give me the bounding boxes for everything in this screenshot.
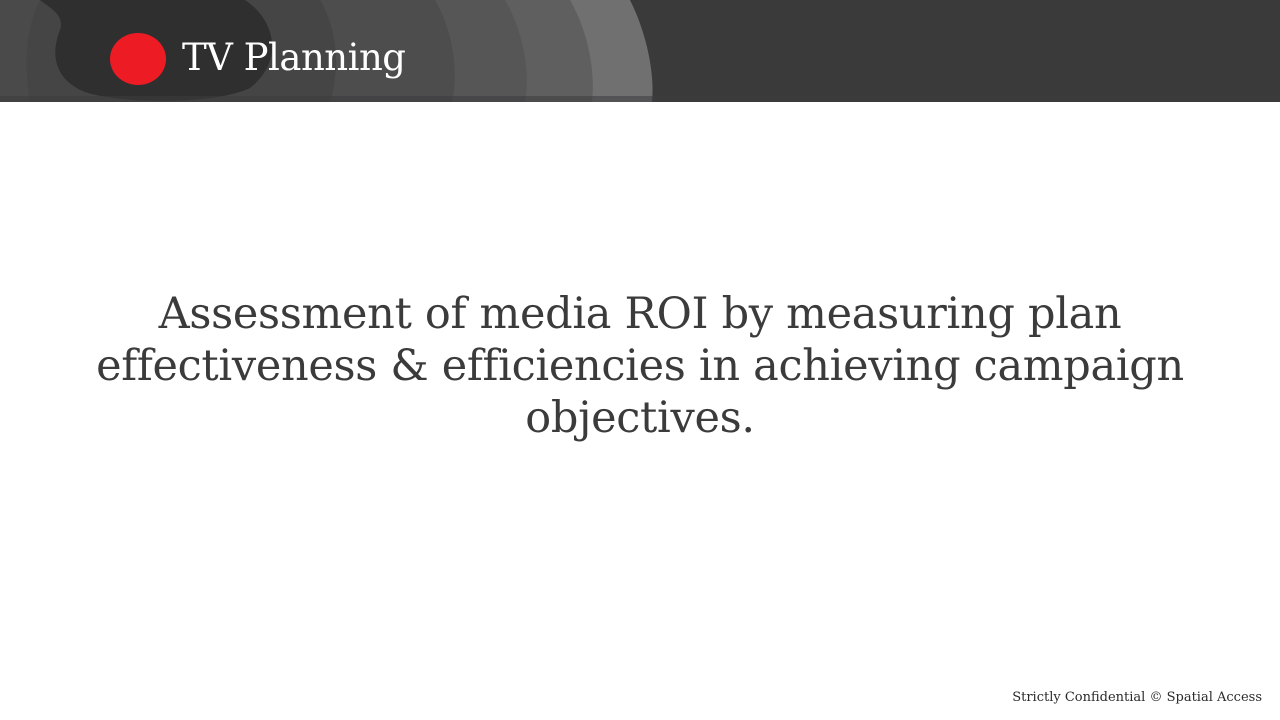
- page-title: TV Planning: [182, 36, 406, 79]
- header-band: TV Planning: [0, 0, 1280, 102]
- logo-dot-icon: [110, 33, 166, 85]
- confidentiality-note: Strictly Confidential © Spatial Access: [1012, 690, 1262, 705]
- slide: TV Planning Assessment of media ROI by m…: [0, 0, 1280, 720]
- main-statement: Assessment of media ROI by measuring pla…: [96, 289, 1184, 443]
